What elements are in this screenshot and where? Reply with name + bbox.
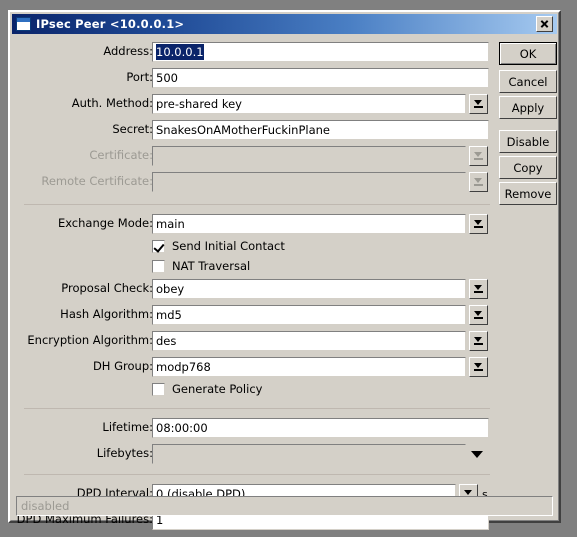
nat-traversal-checkbox[interactable]: NAT Traversal — [152, 257, 250, 275]
row-proposal-check: Proposal Check: obey — [12, 279, 490, 299]
certificate-input — [152, 146, 466, 166]
send-initial-contact-label: Send Initial Contact — [172, 239, 285, 253]
label-certificate: Certificate: — [89, 148, 153, 162]
encryption-algorithm-input[interactable]: des — [152, 331, 466, 351]
auth-method-input[interactable]: pre-shared key — [152, 94, 466, 114]
close-icon[interactable] — [536, 16, 553, 32]
separator-1 — [24, 204, 490, 205]
desktop-background: IPsec Peer <10.0.0.1> Address: 10.0.0.1 … — [0, 0, 577, 537]
label-address: Address: — [103, 44, 153, 58]
dh-group-input[interactable]: modp768 — [152, 357, 466, 377]
checkbox-empty-icon — [152, 382, 165, 396]
proposal-check-input[interactable]: obey — [152, 279, 466, 299]
row-hash-algorithm: Hash Algorithm: md5 — [12, 305, 490, 325]
certificate-chevron-down-icon — [469, 146, 488, 166]
label-lifebytes: Lifebytes: — [96, 446, 153, 460]
row-encryption-algorithm: Encryption Algorithm: des — [12, 331, 490, 351]
label-hash-algorithm: Hash Algorithm: — [60, 307, 153, 321]
hash-algorithm-chevron-down-icon[interactable] — [469, 305, 488, 325]
row-lifebytes: Lifebytes: — [12, 444, 490, 464]
secret-input[interactable]: SnakesOnAMotherFuckinPlane — [152, 120, 489, 140]
generate-policy-checkbox[interactable]: Generate Policy — [152, 380, 262, 398]
row-remote-certificate: Remote Certificate: — [12, 172, 490, 192]
auth-method-chevron-down-icon[interactable] — [469, 94, 488, 114]
label-proposal-check: Proposal Check: — [61, 281, 153, 295]
checkbox-empty-icon — [152, 259, 165, 273]
window-title: IPsec Peer <10.0.0.1> — [36, 17, 185, 31]
dialog-body: Address: 10.0.0.1 Port: 500 Auth. Method… — [12, 34, 557, 530]
dh-group-chevron-down-icon[interactable] — [469, 357, 488, 377]
address-input[interactable]: 10.0.0.1 — [152, 42, 489, 62]
ipsec-peer-dialog: IPsec Peer <10.0.0.1> Address: 10.0.0.1 … — [8, 10, 561, 530]
row-address: Address: 10.0.0.1 — [12, 42, 490, 62]
label-secret: Secret: — [112, 122, 153, 136]
remote-certificate-chevron-down-icon — [469, 172, 488, 192]
remote-certificate-input — [152, 172, 466, 192]
label-auth-method: Auth. Method: — [71, 96, 153, 110]
lifebytes-input — [152, 444, 466, 464]
nat-traversal-label: NAT Traversal — [172, 259, 251, 273]
checkmark-icon — [152, 239, 165, 253]
copy-button[interactable]: Copy — [499, 156, 557, 179]
status-bar: disabled — [16, 496, 553, 516]
row-secret: Secret: SnakesOnAMotherFuckinPlane — [12, 120, 490, 140]
row-certificate: Certificate: — [12, 146, 490, 166]
label-port: Port: — [126, 70, 153, 84]
separator-3 — [24, 474, 490, 475]
apply-button[interactable]: Apply — [499, 96, 557, 119]
label-dh-group: DH Group: — [92, 359, 153, 373]
lifebytes-chevron-down-icon[interactable] — [471, 451, 483, 458]
label-remote-certificate: Remote Certificate: — [41, 174, 153, 188]
separator-2 — [24, 408, 490, 409]
row-lifetime: Lifetime: 08:00:00 — [12, 418, 490, 438]
send-initial-contact-checkbox[interactable]: Send Initial Contact — [152, 237, 285, 255]
disable-button[interactable]: Disable — [499, 130, 557, 153]
label-lifetime: Lifetime: — [102, 420, 153, 434]
row-auth-method: Auth. Method: pre-shared key — [12, 94, 490, 114]
row-exchange-mode: Exchange Mode: main — [12, 214, 490, 234]
lifetime-input[interactable]: 08:00:00 — [152, 418, 489, 438]
proposal-check-chevron-down-icon[interactable] — [469, 279, 488, 299]
address-value: 10.0.0.1 — [156, 44, 204, 60]
window-icon — [16, 17, 31, 31]
exchange-mode-chevron-down-icon[interactable] — [469, 214, 488, 234]
hash-algorithm-input[interactable]: md5 — [152, 305, 466, 325]
remove-button[interactable]: Remove — [499, 182, 557, 205]
exchange-mode-input[interactable]: main — [152, 214, 466, 234]
row-dh-group: DH Group: modp768 — [12, 357, 490, 377]
encryption-algorithm-chevron-down-icon[interactable] — [469, 331, 488, 351]
generate-policy-label: Generate Policy — [172, 382, 263, 396]
row-port: Port: 500 — [12, 68, 490, 88]
port-input[interactable]: 500 — [152, 68, 489, 88]
label-encryption-algorithm: Encryption Algorithm: — [27, 333, 153, 347]
ok-button[interactable]: OK — [499, 42, 557, 65]
label-exchange-mode: Exchange Mode: — [57, 216, 153, 230]
title-bar[interactable]: IPsec Peer <10.0.0.1> — [12, 14, 557, 34]
cancel-button[interactable]: Cancel — [499, 70, 557, 93]
